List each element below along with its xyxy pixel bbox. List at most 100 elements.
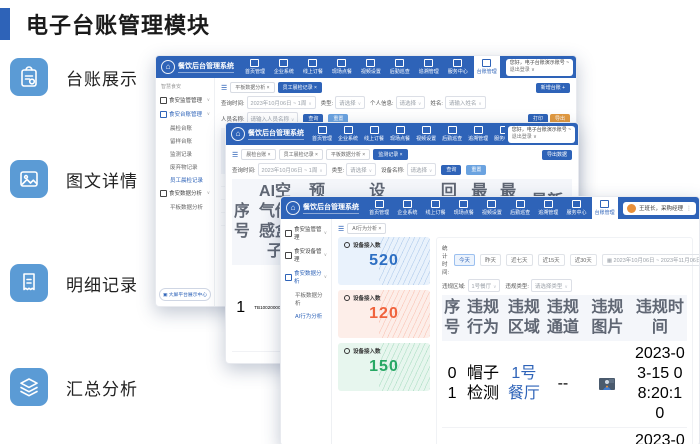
feature-item: 明细记录 xyxy=(10,264,138,302)
filter-input[interactable]: 1号餐厅∨ xyxy=(468,279,501,292)
filter-input[interactable]: 请选择∨ xyxy=(335,96,365,109)
add-ledger-button[interactable]: 新增台账 + xyxy=(536,83,570,93)
filter-input[interactable]: 2023年10月06日 ~ 1周∨ xyxy=(258,163,327,176)
nav-item[interactable]: 企业系统 xyxy=(271,56,297,78)
filter-input[interactable]: 请选择∨ xyxy=(396,96,426,109)
nav-item[interactable]: 企业系统 xyxy=(394,197,420,219)
sidebar-subitem[interactable]: 平板数据分析 xyxy=(156,200,214,213)
nav-item[interactable]: 视频设置 xyxy=(358,56,384,78)
nav-item[interactable]: 现场点餐 xyxy=(387,123,413,145)
time-option[interactable]: 近15天 xyxy=(538,254,565,266)
time-option[interactable]: 昨天 xyxy=(480,254,501,266)
caret-icon: ∨ xyxy=(358,101,361,106)
nav-item[interactable]: 后勤巡查 xyxy=(387,56,413,78)
tab[interactable]: AI行为分析 × xyxy=(347,223,386,234)
column-header: 违规时间 xyxy=(633,295,687,341)
caret-icon: ∨ xyxy=(369,168,372,173)
stat-card-value: 520 xyxy=(344,252,424,270)
stat-card-value: 120 xyxy=(344,305,424,323)
tab[interactable]: 员工晨检记录 × xyxy=(279,149,323,160)
filter-row: 查询时间:2023年10月06日 ~ 1周∨类型:请选择∨设备名称:请选择∨查询… xyxy=(232,163,572,176)
nav-item[interactable]: 后勤巡查 xyxy=(507,197,533,219)
sidebar-subitem[interactable]: 晨检台账 xyxy=(156,121,214,134)
filter-input[interactable]: 请选择类型∨ xyxy=(531,279,572,292)
sidebar-item-label: 食安监管管理 xyxy=(294,225,322,241)
nav-item[interactable]: 服务中心 xyxy=(491,123,505,145)
chevron-down-icon: ∨ xyxy=(207,190,210,196)
big-screen-center-button[interactable]: ▣ 大屏平台展示中心 xyxy=(159,288,211,301)
menu-toggle-icon[interactable]: ☰ xyxy=(232,151,238,159)
nav-item[interactable]: 视频设置 xyxy=(479,197,505,219)
sidebar-item[interactable]: 食安监管管理∨ xyxy=(156,93,214,107)
nav-item[interactable]: 追溯管理 xyxy=(416,56,442,78)
kebab-menu-icon[interactable]: ⋮ xyxy=(686,205,692,212)
nav-item[interactable]: 首页管理 xyxy=(309,123,335,145)
tab[interactable]: 平板数据分析 × xyxy=(230,82,274,93)
tab[interactable]: 晨检台账 × xyxy=(241,149,275,160)
logout-link[interactable]: 退出登录 ∨ xyxy=(512,134,571,142)
nav-item[interactable]: 追溯管理 xyxy=(535,197,561,219)
sidebar: 智慧食安食安监管管理∨食安台账管理∨晨检台账留样台账监测记录废弃物记录员工晨检记… xyxy=(156,78,215,306)
sidebar-item[interactable]: 食安数据分析∨ xyxy=(156,186,214,200)
menu-icon xyxy=(285,230,292,237)
nav-icon xyxy=(459,200,468,208)
table-cell[interactable]: 1号餐厅 xyxy=(504,361,544,407)
filter-input[interactable]: 2023年10月06日 ~ 1周∨ xyxy=(247,96,316,109)
type-filter-row: 违规区域:1号餐厅∨违规类型:请选择类型∨ xyxy=(442,279,687,292)
nav-item[interactable]: 服务中心 xyxy=(563,197,589,219)
sidebar-subitem[interactable]: 监测记录 xyxy=(156,147,214,160)
violation-row[interactable]: 01帽子检测1号餐厅--2023-03-15 08:20:10 xyxy=(442,341,687,428)
filter-field: 查询时间:2023年10月06日 ~ 1周∨ xyxy=(232,163,327,176)
nav-item[interactable]: 企业系统 xyxy=(335,123,361,145)
sidebar-item[interactable]: 食安监管管理∨ xyxy=(281,222,331,244)
app-logo-text: 餐饮后台管理系统 xyxy=(178,61,234,73)
nav-item[interactable]: 台账管理 xyxy=(592,197,618,219)
clipboard-icon xyxy=(10,58,48,96)
sidebar-subitem[interactable]: 平板数据分析 xyxy=(281,288,331,309)
sidebar-item[interactable]: 食安设备管理∨ xyxy=(281,244,331,266)
app-nav: 首页管理企业系统线上订餐现场点餐视频设置后勤巡查追溯管理服务中心台账管理 xyxy=(309,123,505,145)
user-info[interactable]: 您好，电子台账演示账号 ~退出登录 ∨ xyxy=(506,59,573,76)
date-range-picker[interactable]: ▦ 2023年10月06日 ~ 2023年11月06日 xyxy=(602,254,699,266)
reset-button[interactable]: 重置 xyxy=(466,165,486,175)
nav-item[interactable]: 追溯管理 xyxy=(465,123,491,145)
tab[interactable]: 员工晨检记录 × xyxy=(278,82,322,93)
filter-input[interactable]: 请选择∨ xyxy=(346,163,376,176)
time-option[interactable]: 今天 xyxy=(454,254,475,266)
filter-input[interactable]: 请输入姓名∨ xyxy=(445,96,486,109)
nav-item[interactable]: 后勤巡查 xyxy=(439,123,465,145)
menu-toggle-icon[interactable]: ☰ xyxy=(338,225,344,233)
search-button[interactable]: 查询 xyxy=(441,165,461,175)
user-info[interactable]: 王班长，采购经理⋮ xyxy=(623,202,696,215)
nav-icon xyxy=(600,200,609,208)
nav-item[interactable]: 线上订餐 xyxy=(361,123,387,145)
user-info[interactable]: 您好，电子台账演示账号 ~退出登录 ∨ xyxy=(508,126,575,143)
nav-item[interactable]: 现场点餐 xyxy=(329,56,355,78)
logout-link[interactable]: 退出登录 ∨ xyxy=(510,67,569,75)
nav-item[interactable]: 服务中心 xyxy=(445,56,471,78)
tab[interactable]: 平板数据分析 × xyxy=(326,149,370,160)
sidebar-subitem[interactable]: 废弃物记录 xyxy=(156,160,214,173)
nav-item[interactable]: 视频设置 xyxy=(413,123,439,145)
nav-item[interactable]: 线上订餐 xyxy=(300,56,326,78)
sidebar-item[interactable]: 食安台账管理∨ xyxy=(156,107,214,121)
time-option[interactable]: 近30天 xyxy=(570,254,597,266)
sidebar-item[interactable]: 食安数据分析∨ xyxy=(281,266,331,288)
sidebar-subitem[interactable]: AI行为分析 xyxy=(281,309,331,322)
tab[interactable]: 监测记录 × xyxy=(373,149,407,160)
nav-icon xyxy=(279,59,288,67)
export-data-button[interactable]: 导出数据 xyxy=(542,150,572,160)
menu-toggle-icon[interactable]: ☰ xyxy=(221,84,227,92)
sidebar-subitem[interactable]: 员工晨检记录 xyxy=(156,173,214,186)
filter-field: 个人信息:请选择∨ xyxy=(370,96,425,109)
time-option[interactable]: 近七天 xyxy=(506,254,533,266)
nav-item[interactable]: 首页管理 xyxy=(242,56,268,78)
violation-row[interactable]: 02帽子检测1号餐厅--2023-03-15 08:20:10 xyxy=(442,428,687,444)
nav-item[interactable]: 现场点餐 xyxy=(451,197,477,219)
nav-item-label: 视频设置 xyxy=(361,68,381,75)
sidebar-subitem[interactable]: 留样台账 xyxy=(156,134,214,147)
filter-input[interactable]: 请选择∨ xyxy=(407,163,437,176)
nav-item[interactable]: 线上订餐 xyxy=(423,197,449,219)
nav-item[interactable]: 首页管理 xyxy=(366,197,392,219)
nav-item[interactable]: 台账管理 xyxy=(474,56,500,78)
